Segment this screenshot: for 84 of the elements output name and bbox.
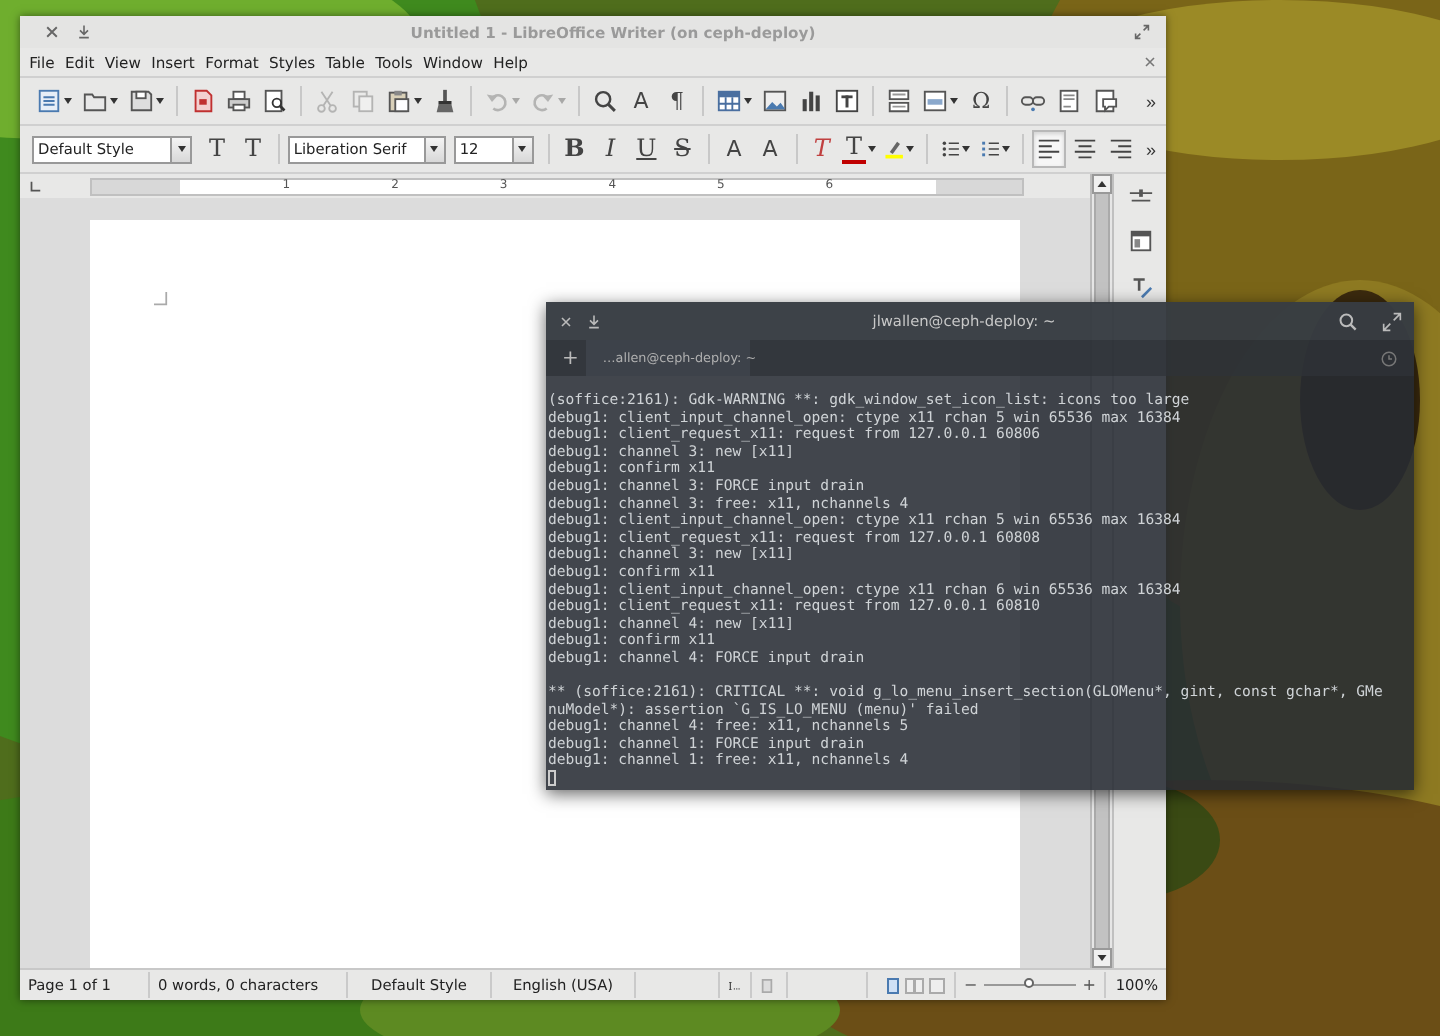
- dropdown-arrow-icon: [110, 98, 118, 104]
- dropdown-arrow-icon: [558, 98, 566, 104]
- redo-icon: [530, 88, 556, 114]
- slider-thumb[interactable]: [1024, 978, 1034, 988]
- dropdown-button[interactable]: [172, 135, 192, 163]
- page-button[interactable]: [1125, 226, 1155, 256]
- bar-chart-icon: [798, 88, 824, 114]
- marks-button[interactable]: ¶: [660, 82, 694, 120]
- up-arrow-icon: [1096, 178, 1108, 190]
- dropdown-arrow-icon: [1002, 146, 1011, 152]
- search-icon[interactable]: [1338, 311, 1358, 331]
- maximize-icon[interactable]: [1382, 311, 1402, 331]
- view-layout-icon[interactable]: [886, 977, 946, 993]
- corner-mark: [154, 292, 168, 306]
- close-icon[interactable]: [1142, 54, 1158, 70]
- dropdown-arrow-icon: [512, 98, 520, 104]
- strike-button[interactable]: S: [665, 130, 700, 168]
- panel-icon: [1127, 228, 1153, 254]
- numbered-list-icon: [979, 136, 1001, 162]
- new-tab-button[interactable]: +: [554, 347, 587, 369]
- italic-button[interactable]: I: [593, 130, 628, 168]
- dropdown-arrow-icon: [950, 98, 958, 104]
- dropdown-arrow-icon: [868, 146, 877, 152]
- dropdown-arrow-icon: [961, 146, 970, 152]
- dropdown-arrow-icon: [430, 146, 439, 152]
- pdf-icon: [190, 88, 216, 114]
- arrow-down-icon[interactable]: [76, 24, 92, 40]
- dropdown-arrow-icon: [905, 146, 914, 152]
- scissors-icon: [314, 88, 340, 114]
- clipboard-icon: [386, 88, 412, 114]
- dropdown-arrow-icon: [156, 98, 164, 104]
- page-break-icon: [886, 88, 912, 114]
- highlighter-icon: [883, 136, 904, 162]
- dropdown-arrow-icon: [64, 98, 72, 104]
- zoom-in-button[interactable]: +: [1082, 976, 1096, 994]
- close-icon[interactable]: [558, 313, 574, 329]
- field-icon: [922, 88, 948, 114]
- tab-stop-icon[interactable]: [28, 179, 42, 193]
- new-style-button[interactable]: T: [236, 130, 270, 168]
- text-cursor: [548, 770, 556, 787]
- text-frame-icon: [834, 88, 860, 114]
- dropdown-arrow-icon: [744, 98, 752, 104]
- footnote-icon: [1056, 88, 1082, 114]
- dropdown-button[interactable]: [425, 135, 446, 163]
- update-style-button[interactable]: T: [200, 130, 234, 168]
- copy-icon: [350, 88, 376, 114]
- align-left-icon: [1035, 136, 1062, 162]
- bullet-list-icon: [939, 136, 960, 162]
- document-icon: [36, 88, 62, 114]
- font-color-button[interactable]: T: [840, 130, 878, 168]
- dropdown-arrow-icon: [414, 98, 422, 104]
- dropdown-arrow-icon: [177, 146, 185, 152]
- subscript-button[interactable]: A: [753, 130, 788, 168]
- bold-button[interactable]: B: [557, 130, 592, 168]
- brush-icon: [432, 88, 458, 114]
- align-left-button[interactable]: [1031, 130, 1066, 168]
- search-icon: [592, 88, 618, 114]
- zoom-out-button[interactable]: −: [964, 976, 978, 994]
- page-magnifier-icon: [262, 88, 288, 114]
- image-icon: [762, 88, 788, 114]
- scroll-up-button[interactable]: [1092, 174, 1112, 194]
- superscript-button[interactable]: A: [717, 130, 752, 168]
- close-icon[interactable]: [44, 24, 60, 40]
- down-arrow-icon: [1096, 952, 1108, 964]
- table-icon: [716, 88, 742, 114]
- clear-button[interactable]: T: [804, 130, 839, 168]
- undo-icon: [484, 88, 510, 114]
- dropdown-button[interactable]: [513, 135, 534, 163]
- underline-button[interactable]: U: [629, 130, 664, 168]
- folder-icon: [82, 88, 108, 114]
- maximize-icon[interactable]: [1134, 24, 1150, 40]
- overflow-button[interactable]: »: [1141, 139, 1160, 159]
- align-center-icon: [1071, 136, 1098, 162]
- printer-icon: [226, 88, 252, 114]
- clock-icon[interactable]: [1380, 349, 1398, 367]
- scroll-down-button[interactable]: [1092, 948, 1112, 968]
- special-button[interactable]: Ω: [964, 82, 998, 120]
- dropdown-arrow-icon: [518, 146, 527, 152]
- align-right-icon: [1107, 136, 1134, 162]
- spelling-button[interactable]: A: [624, 82, 658, 120]
- document-status-icon: [760, 977, 774, 993]
- comment-icon: [1092, 88, 1118, 114]
- overflow-button[interactable]: »: [1141, 91, 1160, 111]
- arrow-down-icon[interactable]: [586, 313, 602, 329]
